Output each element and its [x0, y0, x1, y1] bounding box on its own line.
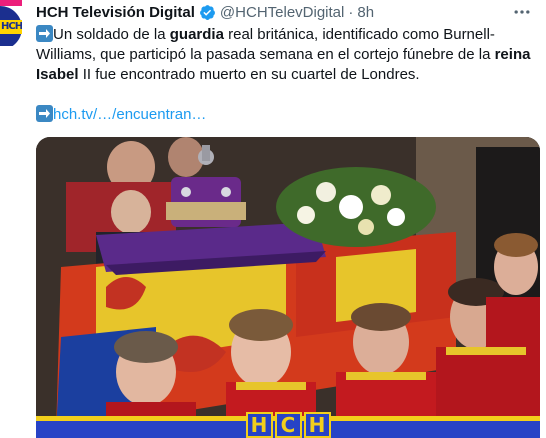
watermark-letter: H: [245, 412, 273, 438]
tweet-text-part: II fue encontrado muerto en su cuartel d…: [78, 66, 420, 83]
hch-watermark-logo: H C H: [244, 410, 332, 438]
tweet-link[interactable]: hch.tv/…/encuentran…: [53, 106, 206, 123]
right-arrow-emoji-icon: [36, 105, 53, 122]
author-name[interactable]: HCH Televisión Digital: [36, 4, 195, 21]
funeral-photo: [36, 137, 540, 438]
tweet-link-line: hch.tv/…/encuentran…: [36, 105, 542, 123]
watermark-letter: C: [274, 412, 302, 438]
more-options-icon[interactable]: [512, 2, 532, 22]
avatar[interactable]: HCH: [0, 0, 22, 46]
tweet-timestamp[interactable]: 8h: [357, 4, 374, 21]
tweet-header: HCH Televisión Digital @HCHTelevDigital …: [36, 0, 542, 24]
tweet-text-part: Un soldado de la: [53, 26, 170, 43]
tweet[interactable]: HCH Televisión Digital @HCHTelevDigital …: [36, 0, 542, 438]
tweet-media[interactable]: H C H: [36, 137, 540, 438]
tweet-text: Un soldado de la guardia real británica,…: [36, 25, 536, 85]
avatar-logo: HCH: [0, 20, 22, 34]
verified-badge-icon: [199, 4, 216, 21]
hashtag-guardia[interactable]: guardia: [170, 26, 224, 43]
watermark-letter: H: [303, 412, 331, 438]
separator: ·: [348, 3, 354, 21]
avatar-accent: [0, 0, 22, 6]
author-handle[interactable]: @HCHTelevDigital: [220, 4, 344, 21]
right-arrow-emoji-icon: [36, 25, 53, 42]
